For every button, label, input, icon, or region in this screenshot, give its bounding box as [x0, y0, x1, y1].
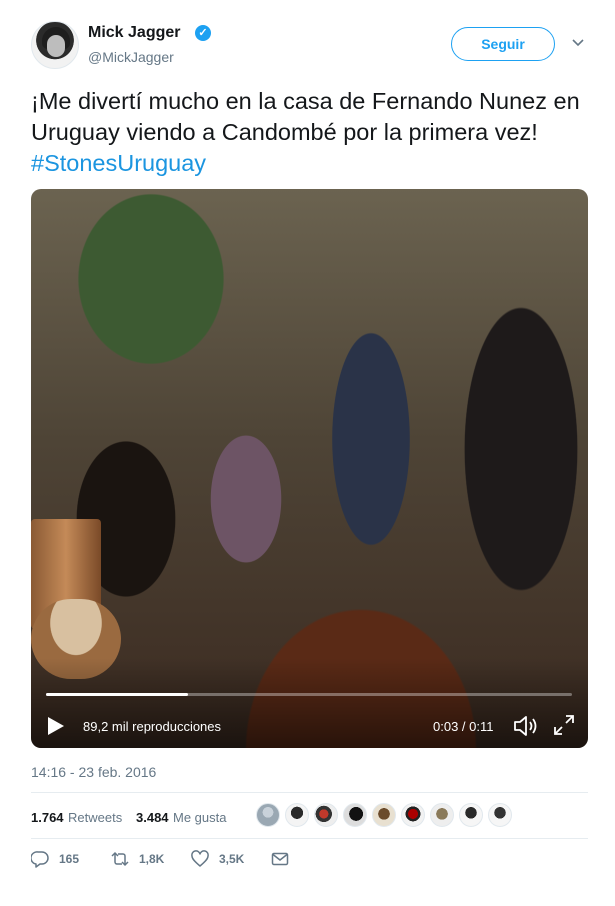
liker-avatar[interactable] — [314, 803, 338, 827]
author-name[interactable]: Mick Jagger — [88, 24, 180, 42]
video-player[interactable] — [31, 189, 588, 748]
tweet-text: ¡Me divertí mucho en la casa de Fernando… — [31, 86, 591, 179]
liker-avatar[interactable] — [343, 803, 367, 827]
envelope-icon — [271, 852, 289, 866]
video-controls-shade — [31, 658, 588, 748]
chevron-down-icon[interactable] — [571, 36, 585, 50]
author-handle[interactable]: @MickJagger — [88, 49, 174, 65]
liker-avatar[interactable] — [488, 803, 512, 827]
direct-message-action[interactable] — [271, 850, 289, 868]
liker-avatar[interactable] — [372, 803, 396, 827]
reply-icon — [31, 851, 49, 868]
liker-avatar[interactable] — [285, 803, 309, 827]
likes-stat[interactable]: 3.484 Me gusta — [136, 809, 226, 827]
heart-icon — [191, 850, 209, 867]
follow-button[interactable]: Seguir — [451, 27, 555, 61]
reply-action[interactable]: 165 — [31, 850, 79, 868]
liker-avatars — [256, 803, 512, 829]
retweet-count: 1,8K — [139, 852, 165, 866]
liker-avatar[interactable] — [401, 803, 425, 827]
play-icon[interactable] — [47, 716, 65, 736]
like-action[interactable]: 3,5K — [191, 850, 244, 868]
likes-label: Me gusta — [173, 810, 227, 825]
verified-badge-icon: ✓ — [195, 25, 211, 41]
fullscreen-icon[interactable] — [553, 714, 575, 736]
retweet-icon — [111, 851, 129, 867]
divider — [31, 838, 588, 839]
author-avatar[interactable] — [31, 21, 79, 69]
video-view-count: 89,2 mil reproducciones — [83, 719, 222, 734]
retweets-label: Retweets — [68, 810, 123, 825]
video-time: 0:03 / 0:11 — [433, 719, 494, 734]
like-count: 3,5K — [219, 852, 245, 866]
retweets-stat[interactable]: 1.764 Retweets — [31, 809, 122, 827]
liker-avatar[interactable] — [256, 803, 280, 827]
reply-count: 165 — [59, 852, 80, 866]
liker-avatar[interactable] — [459, 803, 483, 827]
tweet-body: ¡Me divertí mucho en la casa de Fernando… — [31, 88, 580, 145]
retweet-action[interactable]: 1,8K — [111, 850, 164, 868]
hashtag-link[interactable]: #StonesUruguay — [31, 150, 206, 176]
volume-icon[interactable] — [513, 714, 539, 738]
retweets-count: 1.764 — [31, 810, 64, 825]
liker-avatar[interactable] — [430, 803, 454, 827]
tweet-timestamp[interactable]: 14:16 - 23 feb. 2016 — [31, 764, 156, 780]
divider — [31, 792, 588, 793]
likes-count: 3.484 — [136, 810, 169, 825]
video-progress-fill — [46, 693, 188, 696]
